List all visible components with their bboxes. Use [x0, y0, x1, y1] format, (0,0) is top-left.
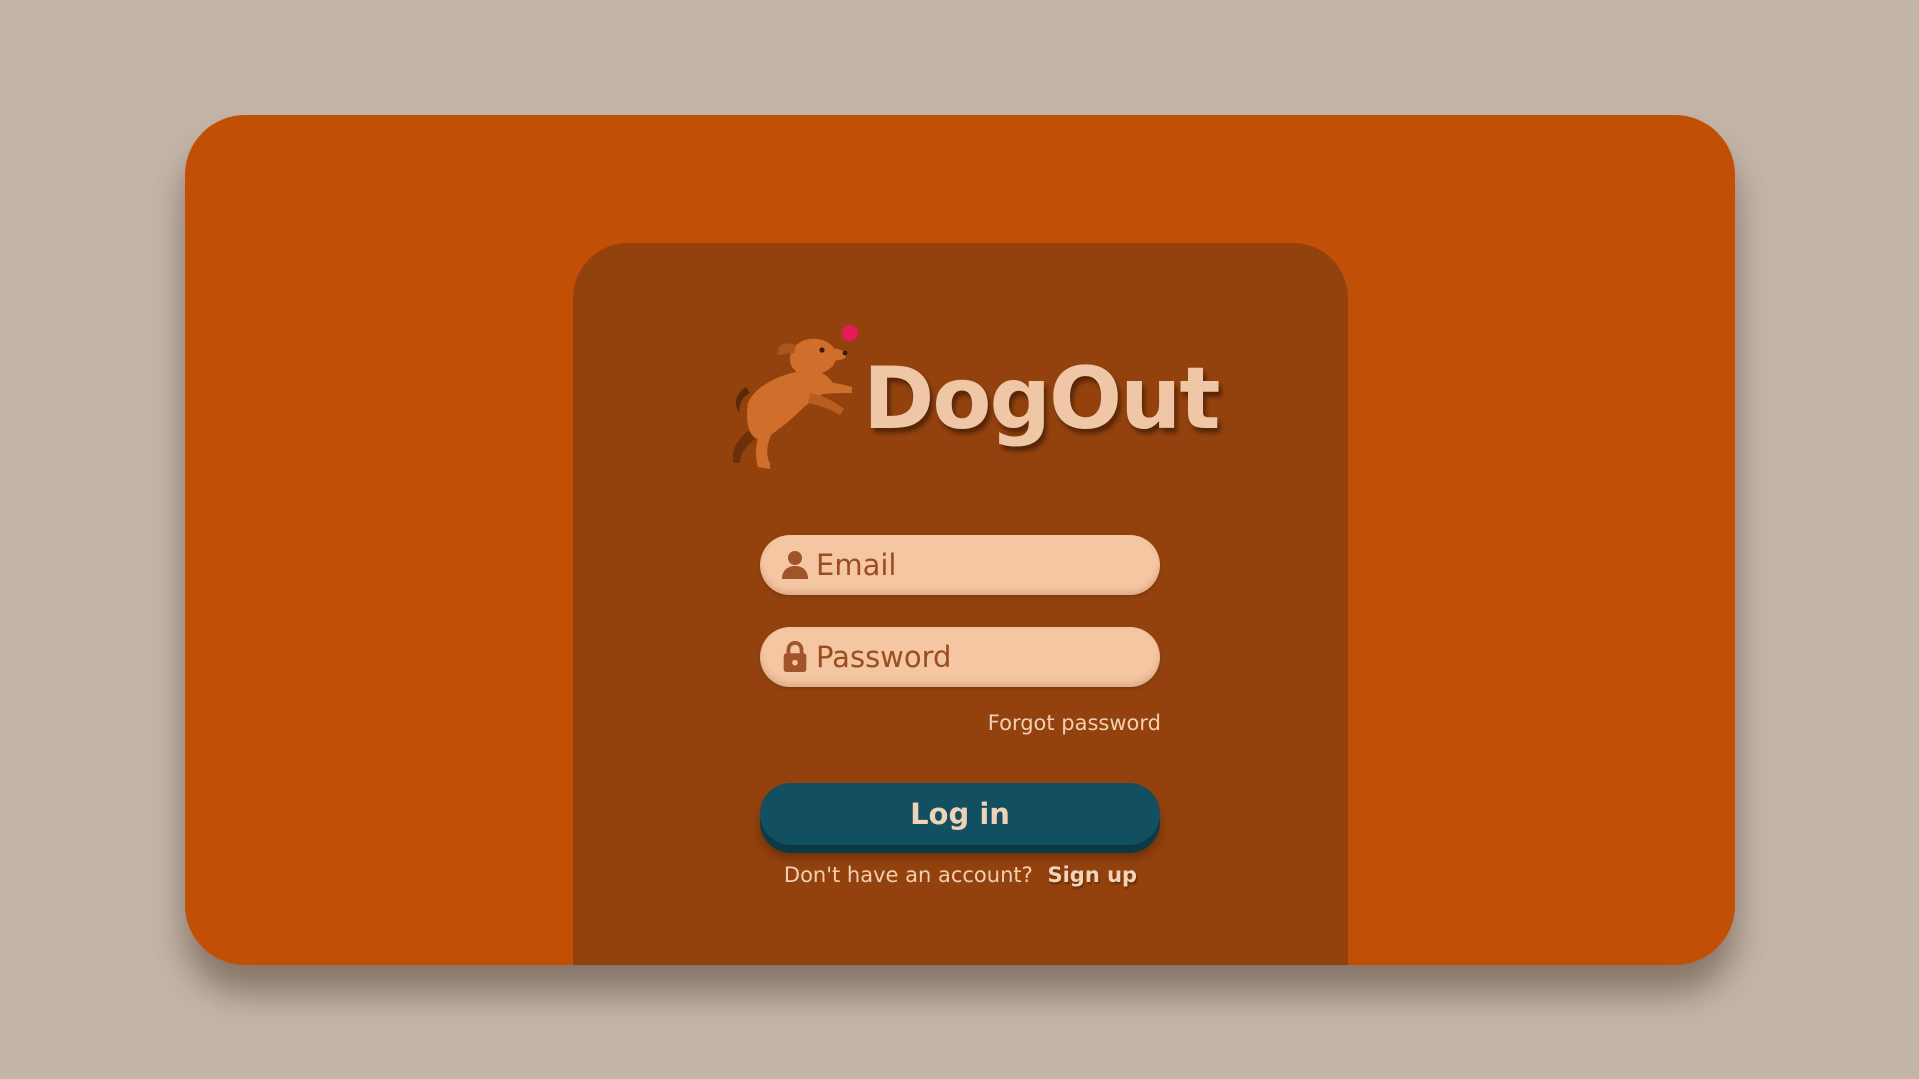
signup-row: Don't have an account? Sign up	[573, 863, 1348, 887]
password-input[interactable]	[816, 627, 1146, 687]
email-input[interactable]	[816, 535, 1146, 595]
user-icon	[782, 551, 808, 579]
login-button[interactable]: Log in	[760, 783, 1160, 845]
app-frame: DogOut Forgot password Log in Don't have…	[185, 115, 1735, 965]
login-panel: DogOut Forgot password Log in Don't have…	[573, 243, 1348, 965]
forgot-password-link[interactable]: Forgot password	[988, 711, 1161, 735]
dog-jumping-ball-icon	[732, 325, 858, 469]
password-field[interactable]	[760, 627, 1160, 687]
lock-icon	[783, 641, 807, 673]
signup-link[interactable]: Sign up	[1047, 863, 1137, 887]
email-field[interactable]	[760, 535, 1160, 595]
signup-prompt: Don't have an account?	[783, 863, 1033, 887]
brand-name: DogOut	[863, 349, 1220, 449]
brand-logo: DogOut	[718, 323, 1220, 473]
